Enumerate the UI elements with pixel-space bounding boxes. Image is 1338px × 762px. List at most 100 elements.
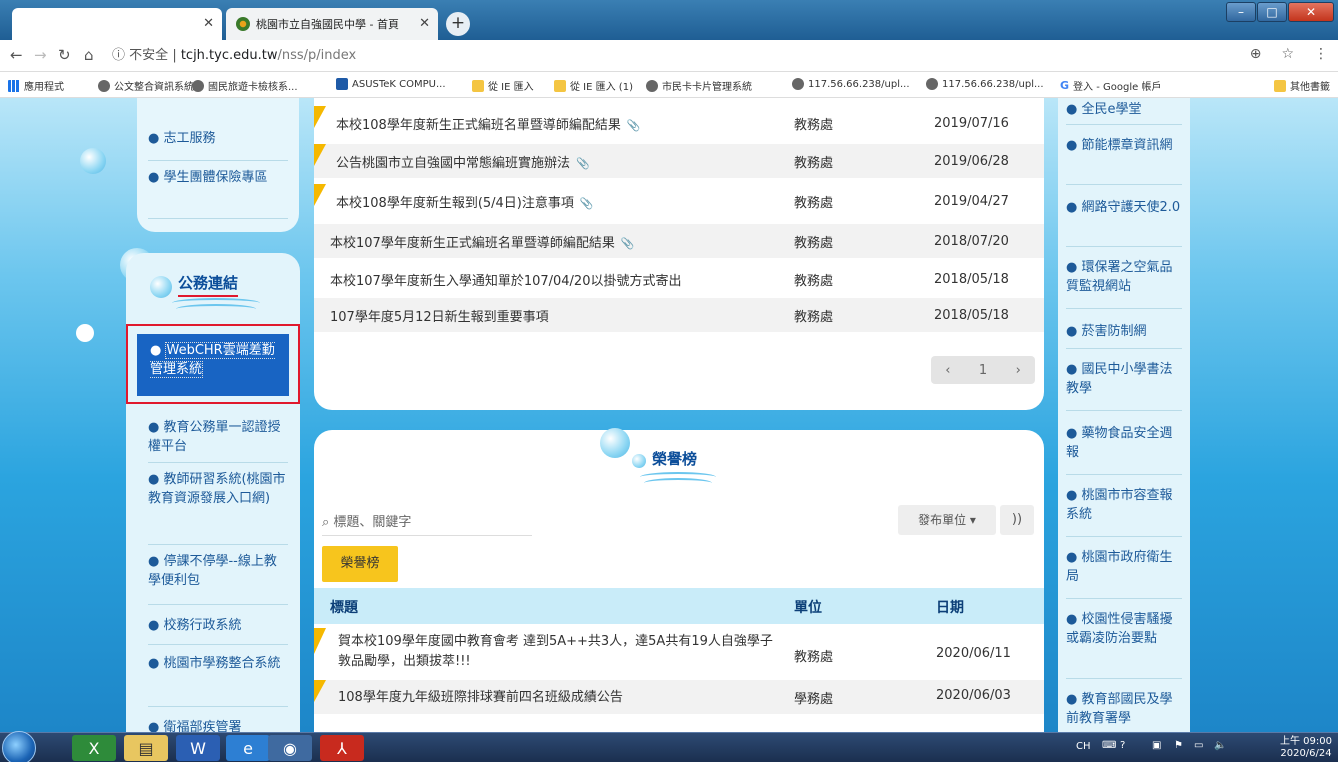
rss-icon: )) <box>1011 512 1023 527</box>
pdf-icon[interactable]: ⅄ <box>320 735 364 761</box>
news-row[interactable]: 107學年度5月12日新生報到重要事項 教務處 2018/05/18 <box>314 298 1044 332</box>
clock[interactable]: 上午 09:00 2020/6/24 <box>1280 736 1332 760</box>
honor-row[interactable]: 108學年度九年級班際排球賽前四名班級成績公告 學務處 2020/06/03 <box>314 680 1044 714</box>
official-link-item[interactable]: ● 教師研習系統(桃園市教育資源發展入口網) <box>148 470 288 508</box>
right-link-item[interactable]: ● 國民中小學書法教學 <box>1066 360 1182 398</box>
address-bar: ← → ↻ ⌂ ⓘ 不安全 | tcjh.tyc.edu.tw/nss/p/in… <box>0 40 1338 72</box>
bookmark-item[interactable]: 117.56.66.238/upl... <box>792 78 910 90</box>
news-row[interactable]: 本校107學年度新生入學通知單於107/04/20以掛號方式寄出 教務處 201… <box>314 262 1044 296</box>
left-link-insurance[interactable]: ● 學生團體保險專區 <box>148 168 288 187</box>
publisher-dropdown[interactable]: 發布單位 ▾ <box>898 505 996 535</box>
right-link-item[interactable]: ● 菸害防制網 <box>1066 322 1182 341</box>
excel-icon[interactable]: X <box>72 735 116 761</box>
bookmark-item[interactable]: ASUSTeK COMPU... <box>336 78 446 90</box>
close-icon[interactable]: ✕ <box>419 16 430 31</box>
bookmark-item[interactable]: 市民卡卡片管理系統 <box>646 78 752 93</box>
browser-tab-strip: ✕ 桃園市立自強國民中學 - 首頁 ✕ + – □ ✕ <box>0 0 1338 40</box>
decor-bubble <box>632 454 646 468</box>
right-link-item[interactable]: ● 藥物食品安全週報 <box>1066 424 1182 462</box>
explorer-icon[interactable]: ▤ <box>124 735 168 761</box>
close-icon[interactable]: ✕ <box>203 16 214 31</box>
forward-icon[interactable]: → <box>34 46 47 64</box>
bookmark-other[interactable]: 其他書籤 <box>1274 78 1330 93</box>
tab-school-home[interactable]: 桃園市立自強國民中學 - 首頁 ✕ <box>226 8 438 40</box>
flag-icon[interactable]: ⚑ <box>1174 740 1183 751</box>
bookmark-item[interactable]: G 登入 - Google 帳戶 <box>1060 78 1161 93</box>
tab-blank[interactable]: ✕ <box>12 8 222 40</box>
webchr-link[interactable]: ● WebCHR雲端差勤管理系統 <box>150 341 286 379</box>
right-link-item[interactable]: ● 全民e學堂 <box>1066 100 1182 119</box>
table-header: 標題 單位 日期 <box>314 588 1044 624</box>
bookmark-item[interactable]: 117.56.66.238/upl... <box>926 78 1044 90</box>
bookmark-item[interactable]: 國民旅遊卡檢核系... <box>192 78 298 93</box>
right-link-item[interactable]: ● 校園性侵害騷擾或霸凌防治要點 <box>1066 610 1182 648</box>
decor-bubble <box>150 276 172 298</box>
star-icon[interactable]: ☆ <box>1281 46 1294 62</box>
window-controls: – □ ✕ <box>1226 2 1334 22</box>
info-icon[interactable]: ⓘ <box>112 48 125 63</box>
right-link-item[interactable]: ● 桃園市政府衛生局 <box>1066 548 1182 586</box>
right-link-item[interactable]: ● 教育部國民及學前教育署學 <box>1066 690 1182 728</box>
minimize-button[interactable]: – <box>1226 2 1256 22</box>
official-link-item[interactable]: ● 校務行政系統 <box>148 616 288 635</box>
url-path: /nss/p/index <box>277 48 357 63</box>
left-link-volunteer[interactable]: ● 志工服務 <box>148 129 288 148</box>
back-icon[interactable]: ← <box>10 46 23 64</box>
right-link-item[interactable]: ● 網路守護天使2.0 <box>1066 198 1182 217</box>
home-icon[interactable]: ⌂ <box>84 46 94 64</box>
keyboard-icon[interactable]: ⌨ <box>1102 740 1116 751</box>
bookmark-folder[interactable]: 從 IE 匯入 (1) <box>554 78 633 93</box>
right-link-item[interactable]: ● 節能標章資訊網 <box>1066 136 1182 155</box>
start-button[interactable] <box>2 731 36 762</box>
bookmark-item[interactable]: 公文整合資訊系統 <box>98 78 194 93</box>
tab-title: 桃園市立自強國民中學 - 首頁 <box>256 18 399 31</box>
decor-bubble <box>76 324 94 342</box>
right-link-item[interactable]: ● 環保署之空氣品質監視網站 <box>1066 258 1182 296</box>
maximize-button[interactable]: □ <box>1257 2 1287 22</box>
official-link-item[interactable]: ● 桃園市學務整合系統 <box>148 654 288 673</box>
news-row[interactable]: 本校108學年度新生報到(5/4日)注意事項 📎 教務處 2019/04/27 <box>314 184 1044 218</box>
new-flag-icon <box>314 628 326 654</box>
network-icon[interactable]: ▣ <box>1152 740 1161 751</box>
zoom-icon[interactable]: ⊕ <box>1250 46 1262 62</box>
close-window-button[interactable]: ✕ <box>1288 2 1334 22</box>
news-row[interactable]: 本校107學年度新生正式編班名單暨導師編配結果 📎 教務處 2018/07/20 <box>314 224 1044 258</box>
word-icon[interactable]: W <box>176 735 220 761</box>
bookmark-apps[interactable]: 應用程式 <box>8 78 64 93</box>
prev-page-icon[interactable]: ‹ <box>945 363 950 378</box>
right-link-item[interactable]: ● 桃園市市容查報系統 <box>1066 486 1182 524</box>
volume-icon[interactable]: 🔈 <box>1214 740 1226 751</box>
news-row[interactable]: 公告桃園市立自強國中常態編班實施辦法 📎 教務處 2019/06/28 <box>314 144 1044 178</box>
ime-indicator[interactable]: CH <box>1076 741 1091 752</box>
official-link-item[interactable]: ● 停課不停學--線上教學便利包 <box>148 552 288 590</box>
globe-icon <box>646 79 658 92</box>
reload-icon[interactable]: ↻ <box>58 46 71 64</box>
bookmark-folder[interactable]: 從 IE 匯入 <box>472 78 534 93</box>
security-label: 不安全 <box>129 48 169 63</box>
attachment-icon: 📎 <box>579 196 594 210</box>
chrome-icon[interactable]: ◉ <box>268 735 312 761</box>
pagination: ‹ 1 › <box>931 356 1035 384</box>
page-number[interactable]: 1 <box>979 363 987 378</box>
new-tab-button[interactable]: + <box>446 12 470 36</box>
next-page-icon[interactable]: › <box>1016 363 1021 378</box>
globe-icon <box>792 78 804 90</box>
official-link-item[interactable]: ● 衛福部疾管署 <box>148 718 288 732</box>
ie-icon[interactable]: e <box>226 735 270 761</box>
decor-bubble <box>600 428 630 458</box>
honor-row[interactable]: 賀本校109學年度國中教育會考 達到5A++共3人，達5A共有19人自強學子敦品… <box>314 628 1044 676</box>
page-viewport: ● 志工服務 ● 學生團體保險專區 公務連結 ● WebCHR雲端差勤管理系統 … <box>0 98 1338 732</box>
col-date: 日期 <box>936 600 964 616</box>
chevron-down-icon: ▾ <box>969 513 976 527</box>
news-row[interactable]: 本校108學年度新生正式編班名單暨導師編配結果 📎 教務處 2019/07/16 <box>314 106 1044 140</box>
official-link-item[interactable]: ● 教育公務單一認證授權平台 <box>148 418 288 456</box>
search-input[interactable]: ⌕ 標題、關鍵字 <box>322 510 532 536</box>
new-flag-icon <box>314 144 326 166</box>
menu-icon[interactable]: ⋮ <box>1314 46 1328 62</box>
help-icon[interactable]: ? <box>1120 740 1125 751</box>
url-field[interactable]: ⓘ 不安全 | tcjh.tyc.edu.tw/nss/p/index <box>112 44 356 68</box>
display-icon[interactable]: ▭ <box>1194 740 1203 751</box>
tab-honor[interactable]: 榮譽榜 <box>322 546 398 582</box>
school-logo-icon <box>236 17 250 31</box>
rss-button[interactable]: )) <box>1000 505 1034 535</box>
